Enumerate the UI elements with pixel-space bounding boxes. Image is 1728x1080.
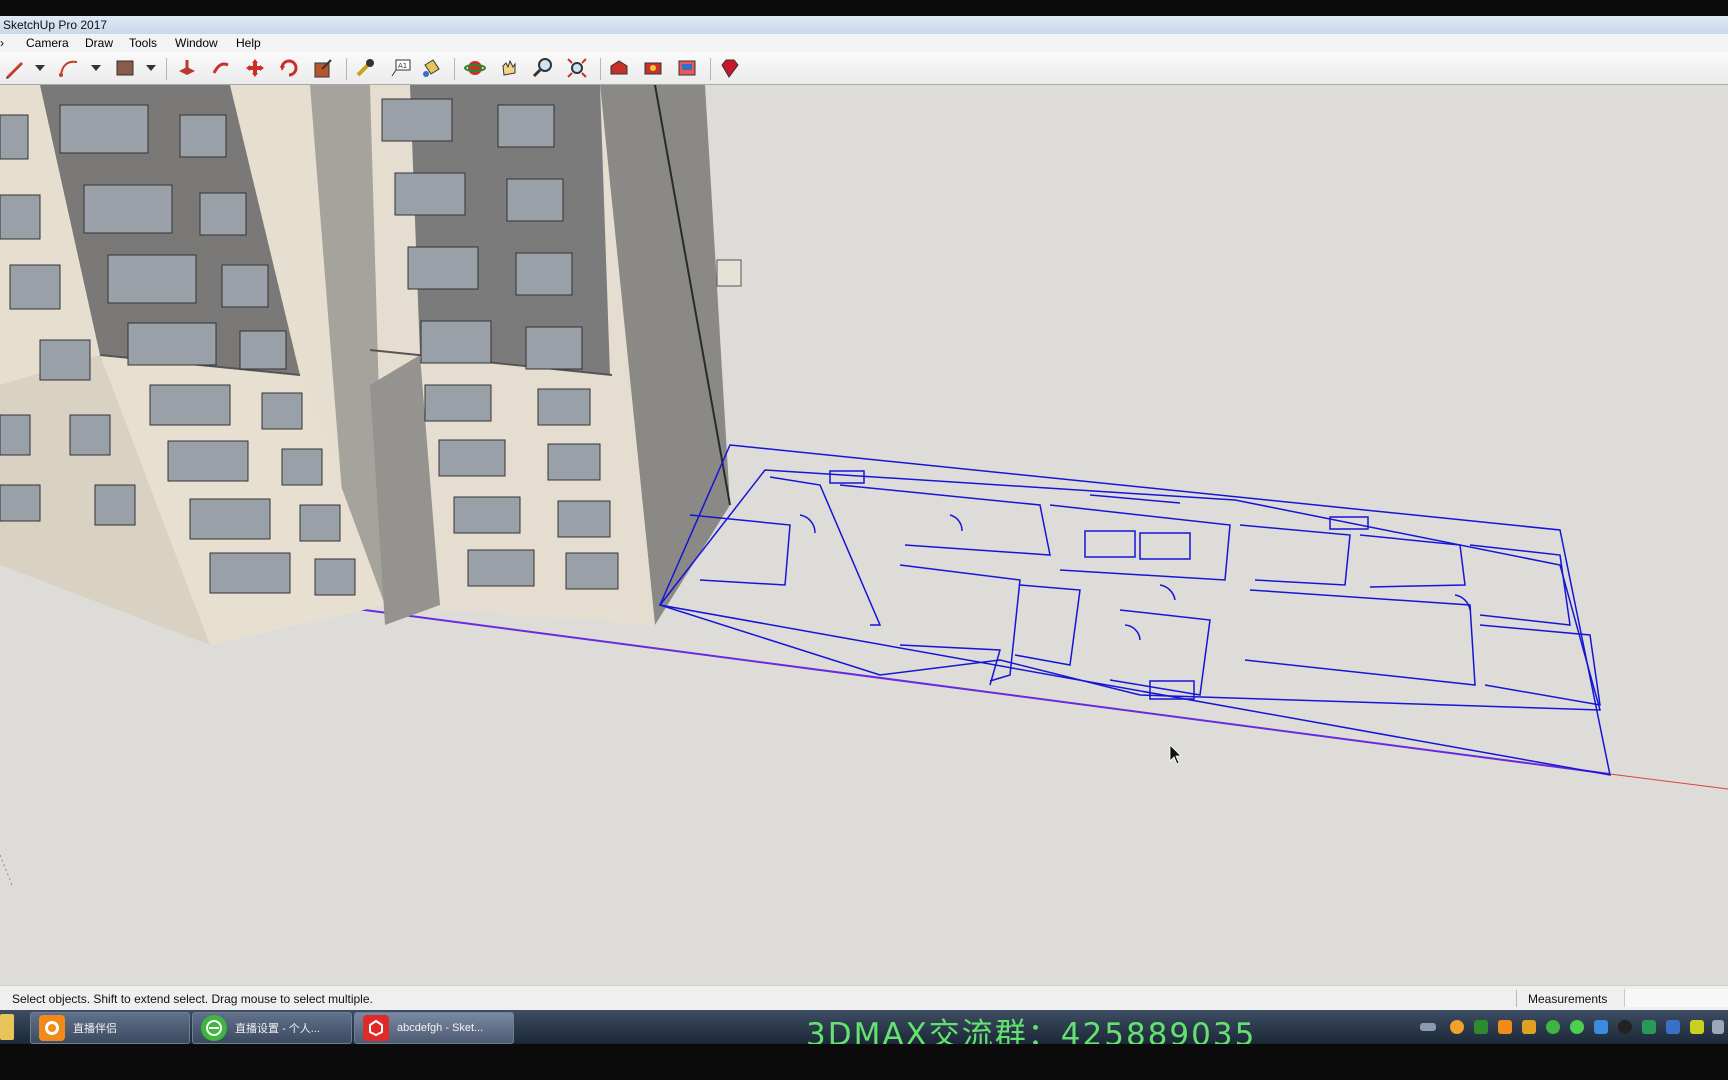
menu-window[interactable]: Window bbox=[175, 36, 218, 50]
tray-app-icon[interactable] bbox=[1498, 1020, 1512, 1034]
pan-icon[interactable] bbox=[496, 56, 522, 80]
toolbar-separator bbox=[600, 58, 601, 80]
status-hint: Select objects. Shift to extend select. … bbox=[12, 992, 373, 1006]
follow-me-icon[interactable] bbox=[208, 56, 234, 80]
paint-bucket-icon[interactable] bbox=[418, 56, 444, 80]
orbit-icon[interactable] bbox=[462, 56, 488, 80]
tray-app2-icon[interactable] bbox=[1522, 1020, 1536, 1034]
menu-help[interactable]: Help bbox=[236, 36, 261, 50]
tray-browser-icon[interactable] bbox=[1546, 1020, 1560, 1034]
shape-dropdown-icon[interactable] bbox=[146, 65, 156, 71]
toolbar-separator bbox=[346, 58, 347, 80]
task-live-companion[interactable]: 直播伴侣 bbox=[30, 1012, 190, 1044]
screen-bottom-border bbox=[0, 1044, 1728, 1080]
pencil-dropdown-icon[interactable] bbox=[35, 65, 45, 71]
tape-measure-icon[interactable] bbox=[352, 56, 378, 80]
blue-axis-line bbox=[0, 854, 13, 886]
text-icon[interactable]: A1 bbox=[388, 56, 414, 80]
toolbar-separator bbox=[166, 58, 167, 80]
window-title: SketchUp Pro 2017 bbox=[3, 18, 108, 32]
tray-plus-icon[interactable] bbox=[1690, 1020, 1704, 1034]
layout-icon[interactable] bbox=[674, 56, 700, 80]
menu-edge-fragment: › bbox=[0, 36, 4, 50]
task-sketchup[interactable]: abcdefgh - Sket... bbox=[354, 1012, 514, 1044]
task-label: 直播设置 - 个人... bbox=[235, 1023, 320, 1035]
scene-canvas bbox=[0, 85, 1728, 886]
ruby-icon[interactable] bbox=[716, 56, 742, 80]
toolbar-separator bbox=[710, 58, 711, 80]
scale-icon[interactable] bbox=[310, 56, 336, 80]
mouse-cursor-icon bbox=[1169, 744, 1182, 765]
qq-icon[interactable] bbox=[1618, 1020, 1632, 1034]
toolbar-separator bbox=[454, 58, 455, 80]
measurements-field[interactable] bbox=[1624, 989, 1728, 1007]
warehouse-icon[interactable] bbox=[606, 56, 632, 80]
start-button-fragment[interactable] bbox=[0, 1014, 14, 1040]
roof-box bbox=[716, 259, 742, 287]
red-axis-line bbox=[1609, 773, 1728, 790]
menu-camera[interactable]: Camera bbox=[26, 36, 69, 50]
status-bar: Select objects. Shift to extend select. … bbox=[0, 985, 1728, 1011]
move-icon[interactable] bbox=[242, 56, 268, 80]
zoom-icon[interactable] bbox=[530, 56, 556, 80]
rotate-icon[interactable] bbox=[276, 56, 302, 80]
nvidia-icon[interactable] bbox=[1474, 1020, 1488, 1034]
menu-draw[interactable]: Draw bbox=[85, 36, 113, 50]
menu-bar: › Camera Draw Tools Window Help bbox=[0, 34, 1728, 52]
shape-icon[interactable] bbox=[112, 56, 138, 80]
security-icon[interactable] bbox=[1666, 1020, 1680, 1034]
arc-icon[interactable] bbox=[56, 56, 82, 80]
model-viewport[interactable] bbox=[0, 85, 1728, 985]
firefox-icon[interactable] bbox=[1450, 1020, 1464, 1034]
svg-text:A1: A1 bbox=[398, 62, 407, 70]
extension-icon[interactable] bbox=[640, 56, 666, 80]
status-divider bbox=[1516, 990, 1517, 1007]
task-live-settings[interactable]: 直播设置 - 个人... bbox=[192, 1012, 352, 1044]
measurements-label: Measurements bbox=[1528, 992, 1608, 1006]
browser-icon bbox=[201, 1015, 227, 1041]
wechat-icon[interactable] bbox=[1570, 1020, 1584, 1034]
push-pull-icon[interactable] bbox=[174, 56, 200, 80]
live-companion-icon bbox=[39, 1015, 65, 1041]
pencil-icon[interactable] bbox=[2, 56, 28, 80]
keyboard-icon[interactable] bbox=[1420, 1023, 1436, 1031]
tray-shield-icon[interactable] bbox=[1642, 1020, 1656, 1034]
task-label: 直播伴侣 bbox=[73, 1023, 117, 1035]
building-model bbox=[0, 85, 742, 645]
arc-dropdown-icon[interactable] bbox=[91, 65, 101, 71]
screen-top-border bbox=[0, 0, 1728, 16]
zoom-extents-icon[interactable] bbox=[564, 56, 590, 80]
menu-tools[interactable]: Tools bbox=[129, 36, 157, 50]
task-label: abcdefgh - Sket... bbox=[397, 1022, 484, 1034]
sketchup-icon bbox=[363, 1015, 389, 1041]
cad-floor-plan bbox=[658, 444, 1611, 776]
toolbar: A1 bbox=[0, 52, 1728, 85]
tray-cloud-icon[interactable] bbox=[1594, 1020, 1608, 1034]
network-icon[interactable] bbox=[1712, 1020, 1724, 1034]
title-bar: SketchUp Pro 2017 bbox=[0, 16, 1728, 35]
